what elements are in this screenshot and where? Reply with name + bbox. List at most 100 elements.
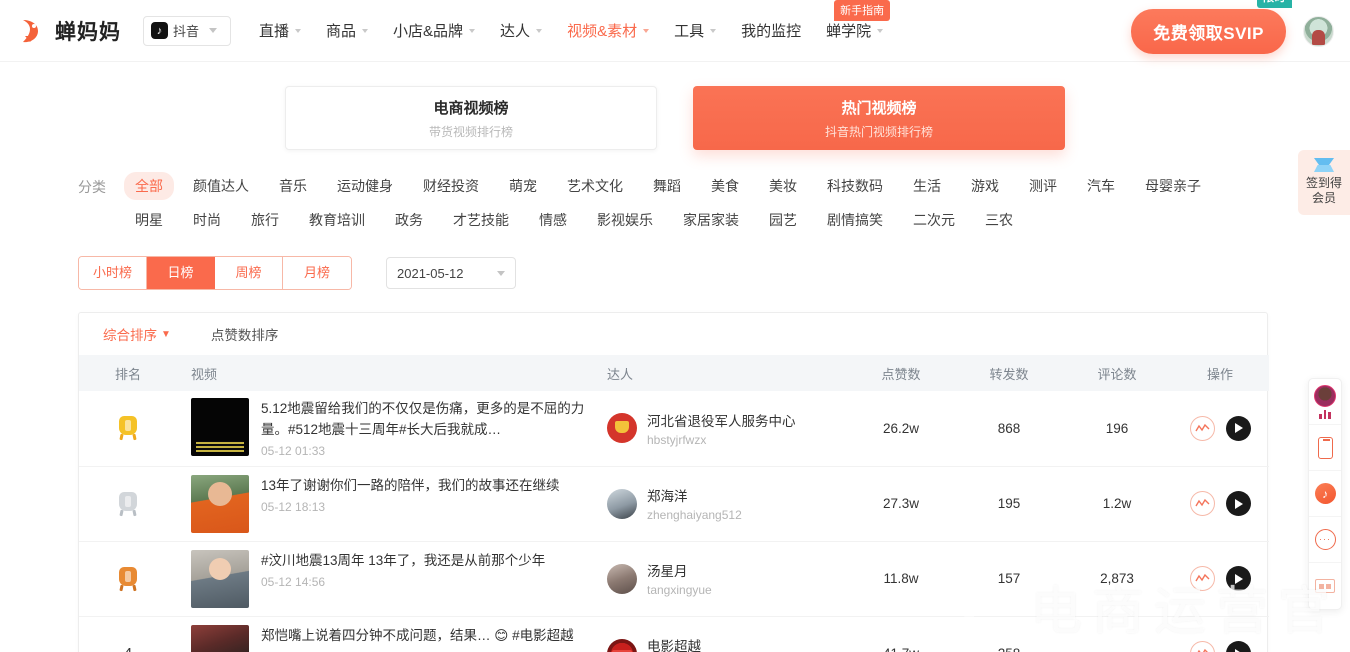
toolbar-customer-service[interactable]: ···: [1309, 517, 1341, 563]
category-item[interactable]: 运动健身: [326, 172, 404, 200]
author-avatar[interactable]: [607, 563, 637, 594]
signin-membership-float[interactable]: 签到得会员: [1298, 150, 1350, 215]
nav-item-tools[interactable]: 工具: [674, 20, 717, 41]
chevron-down-icon: [209, 28, 218, 33]
author-avatar[interactable]: [607, 638, 637, 652]
trend-chart-icon[interactable]: [1189, 491, 1215, 516]
toolbar-douyin-tool[interactable]: ♪: [1309, 471, 1341, 517]
category-item[interactable]: 颜值达人: [182, 172, 260, 200]
category-item[interactable]: 时尚: [182, 206, 232, 234]
play-icon[interactable]: [1225, 415, 1251, 441]
period-monthly[interactable]: 月榜: [283, 257, 351, 289]
avatar-stats-icon: [1314, 384, 1336, 407]
tab-ecommerce-video-rank[interactable]: 电商视频榜 带货视频排行榜: [285, 86, 657, 150]
category-item[interactable]: 明星: [124, 206, 174, 234]
toolbar-my-data[interactable]: [1309, 379, 1341, 425]
category-item[interactable]: 政务: [384, 206, 434, 234]
period-hourly[interactable]: 小时榜: [79, 257, 147, 289]
category-item[interactable]: 音乐: [268, 172, 318, 200]
category-item[interactable]: 艺术文化: [556, 172, 634, 200]
nav-item-video-materials[interactable]: 视频&素材: [567, 20, 650, 41]
category-item[interactable]: 测评: [1018, 172, 1068, 200]
author-id: tangxingyue: [647, 583, 712, 597]
video-title[interactable]: 13年了谢谢你们一路的陪伴，我们的故事还在继续: [261, 475, 560, 496]
cell-video: 13年了谢谢你们一路的陪伴，我们的故事还在继续 05-12 18:13: [177, 466, 597, 542]
period-weekly[interactable]: 周榜: [215, 257, 283, 289]
category-item[interactable]: 母婴亲子: [1134, 172, 1212, 200]
category-item[interactable]: 舞蹈: [642, 172, 692, 200]
nav-badge-newbie-guide: 新手指南: [834, 0, 891, 21]
author-name[interactable]: 电影超越: [647, 635, 737, 652]
category-item[interactable]: 全部: [124, 172, 174, 200]
category-item[interactable]: 财经投资: [412, 172, 490, 200]
category-item[interactable]: 教育培训: [298, 206, 376, 234]
category-item[interactable]: 影视娱乐: [586, 206, 664, 234]
sort-comprehensive[interactable]: 综合排序 ▼: [103, 324, 171, 344]
author-avatar[interactable]: [607, 488, 637, 519]
rank-medal-icon: [117, 416, 139, 441]
author-id: hbstyjrfwzx: [647, 432, 707, 447]
category-item[interactable]: 汽车: [1076, 172, 1126, 200]
right-floating-toolbar: ♪ ···: [1308, 378, 1342, 610]
author-name[interactable]: 汤星月: [647, 560, 712, 580]
author-name[interactable]: 河北省退役军人服务中心: [647, 410, 796, 430]
date-picker[interactable]: 2021-05-12: [386, 257, 516, 289]
trend-chart-icon[interactable]: [1189, 641, 1215, 652]
video-thumbnail[interactable]: [191, 549, 249, 608]
author-name[interactable]: 郑海洋: [647, 485, 742, 505]
tab-hot-video-rank[interactable]: 热门视频榜 抖音热门视频排行榜: [693, 86, 1065, 150]
nav-item-live[interactable]: 直播: [259, 20, 302, 41]
category-item[interactable]: 二次元: [902, 206, 966, 234]
play-icon[interactable]: [1225, 566, 1251, 591]
nav-item-influencers[interactable]: 达人: [500, 20, 543, 41]
col-rank: 排名: [79, 355, 177, 391]
video-title[interactable]: 郑恺嘴上说着四分钟不成问题，结果… 😊 #电影超越: [261, 625, 574, 646]
category-item[interactable]: 情感: [528, 206, 578, 234]
category-item[interactable]: 美妆: [758, 172, 808, 200]
category-item[interactable]: 园艺: [758, 206, 808, 234]
video-thumbnail[interactable]: [191, 398, 249, 457]
period-daily[interactable]: 日榜: [147, 257, 215, 289]
platform-selector[interactable]: ♪ 抖音: [143, 15, 231, 46]
category-item[interactable]: 三农: [974, 206, 1024, 234]
play-icon[interactable]: [1225, 491, 1251, 516]
author-avatar[interactable]: [607, 413, 637, 444]
claim-svip-button[interactable]: 限时 免费领取SVIP: [1131, 0, 1292, 54]
brand[interactable]: 蝉妈妈: [18, 16, 121, 46]
nav-item-academy[interactable]: 新手指南 蝉学院: [826, 0, 891, 41]
video-thumbnail[interactable]: [191, 474, 249, 533]
nav-item-shops-brands[interactable]: 小店&品牌: [393, 20, 476, 41]
category-item[interactable]: 剧情搞笑: [816, 206, 894, 234]
nav-item-products[interactable]: 商品: [326, 20, 369, 41]
avatar[interactable]: [1303, 15, 1334, 47]
video-title[interactable]: #汶川地震13周年 13年了，我还是从前那个少年: [261, 550, 545, 571]
category-item[interactable]: 生活: [902, 172, 952, 200]
trend-chart-icon[interactable]: [1189, 415, 1215, 441]
category-item[interactable]: 才艺技能: [442, 206, 520, 234]
cell-video: 郑恺嘴上说着四分钟不成问题，结果… 😊 #电影超越05-12 17:21: [177, 616, 597, 652]
trend-chart-icon[interactable]: [1189, 566, 1215, 591]
toolbar-qrcode[interactable]: [1309, 563, 1341, 609]
category-item[interactable]: 科技数码: [816, 172, 894, 200]
sort-label: 综合排序: [103, 328, 157, 343]
category-item[interactable]: 旅行: [240, 206, 290, 234]
category-item[interactable]: 家居家装: [672, 206, 750, 234]
toolbar-mobile-app[interactable]: [1309, 425, 1341, 471]
play-icon[interactable]: [1225, 641, 1251, 652]
table-header: 排名 视频 达人 点赞数 转发数 评论数 操作: [79, 355, 1269, 391]
sort-by-likes[interactable]: 点赞数排序: [211, 324, 279, 344]
category-item[interactable]: 美食: [700, 172, 750, 200]
video-thumbnail[interactable]: [191, 624, 249, 652]
cell-likes: 27.3w: [847, 466, 955, 542]
tab-subtitle: 带货视频排行榜: [428, 124, 513, 139]
table-body: 5.12地震留给我们的不仅仅是伤痛，更多的是不屈的力量。#512地震十三周年#长…: [79, 391, 1269, 652]
nav-item-my-monitor[interactable]: 我的监控: [741, 20, 801, 41]
video-title[interactable]: 5.12地震留给我们的不仅仅是伤痛，更多的是不屈的力量。#512地震十三周年#长…: [261, 398, 597, 440]
chanmama-logo-icon: [18, 16, 48, 46]
col-comments[interactable]: 评论数: [1063, 355, 1171, 391]
cell-author: 郑海洋 zhenghaiyang512: [597, 466, 847, 542]
col-likes[interactable]: 点赞数: [847, 355, 955, 391]
category-item[interactable]: 游戏: [960, 172, 1010, 200]
col-shares[interactable]: 转发数: [955, 355, 1063, 391]
category-item[interactable]: 萌宠: [498, 172, 548, 200]
